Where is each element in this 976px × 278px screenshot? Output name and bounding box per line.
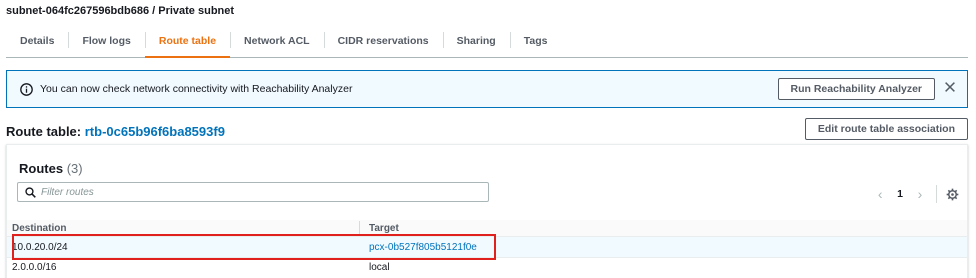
table-row[interactable]: 10.0.20.0/24 pcx-0b527f805b5121f0e <box>7 237 967 257</box>
route-destination: 2.0.0.0/16 <box>12 262 57 273</box>
table-header: Destination Target <box>7 220 967 237</box>
tab-bar: Details Flow logs Route table Network AC… <box>6 24 968 58</box>
prev-page-icon[interactable]: ‹ <box>873 187 887 201</box>
route-table-id-link[interactable]: rtb-0c65b96f6ba8593f9 <box>85 124 225 139</box>
routes-count: (3) <box>66 161 83 176</box>
column-header-destination[interactable]: Destination <box>7 223 359 234</box>
tab-flow-logs[interactable]: Flow logs <box>68 24 144 57</box>
table-row[interactable]: 2.0.0.0/16 local <box>7 257 967 277</box>
tab-sharing[interactable]: Sharing <box>442 24 510 57</box>
tab-route-table[interactable]: Route table <box>144 24 231 58</box>
routes-panel: Routes (3) ‹ 1 › Destination Target <box>6 144 968 278</box>
tab-details[interactable]: Details <box>6 24 68 57</box>
search-icon <box>25 186 36 198</box>
route-target-link[interactable]: pcx-0b527f805b5121f0e <box>369 242 477 253</box>
routes-table: Destination Target 10.0.20.0/24 pcx-0b52… <box>7 220 967 277</box>
tab-cidr-reservations[interactable]: CIDR reservations <box>323 24 443 57</box>
current-page-number[interactable]: 1 <box>897 188 903 200</box>
next-page-icon[interactable]: › <box>913 187 927 201</box>
column-header-target[interactable]: Target <box>359 220 967 235</box>
close-icon[interactable] <box>943 80 957 94</box>
tab-network-acl[interactable]: Network ACL <box>230 24 324 57</box>
filter-routes-field[interactable] <box>17 182 489 202</box>
breadcrumb: subnet-064fc267596bdb686 / Private subne… <box>6 5 235 17</box>
pagination-divider <box>936 185 937 203</box>
reachability-alert: You can now check network connectivity w… <box>6 70 968 108</box>
routes-title-label: Routes <box>19 161 64 176</box>
routes-title: Routes (3) <box>19 161 83 176</box>
edit-route-table-association-button[interactable]: Edit route table association <box>804 118 968 140</box>
gear-icon[interactable] <box>946 188 959 201</box>
route-target: local <box>369 262 390 273</box>
tab-tags[interactable]: Tags <box>509 24 562 57</box>
route-table-heading-label: Route table: <box>6 124 85 139</box>
pagination: ‹ 1 › <box>873 185 959 203</box>
filter-routes-input[interactable] <box>41 186 481 198</box>
info-icon <box>20 82 33 96</box>
run-reachability-analyzer-button[interactable]: Run Reachability Analyzer <box>777 78 935 100</box>
route-table-heading: Route table: rtb-0c65b96f6ba8593f9 <box>6 124 225 139</box>
route-destination: 10.0.20.0/24 <box>12 241 68 253</box>
alert-message: You can now check network connectivity w… <box>40 83 353 95</box>
